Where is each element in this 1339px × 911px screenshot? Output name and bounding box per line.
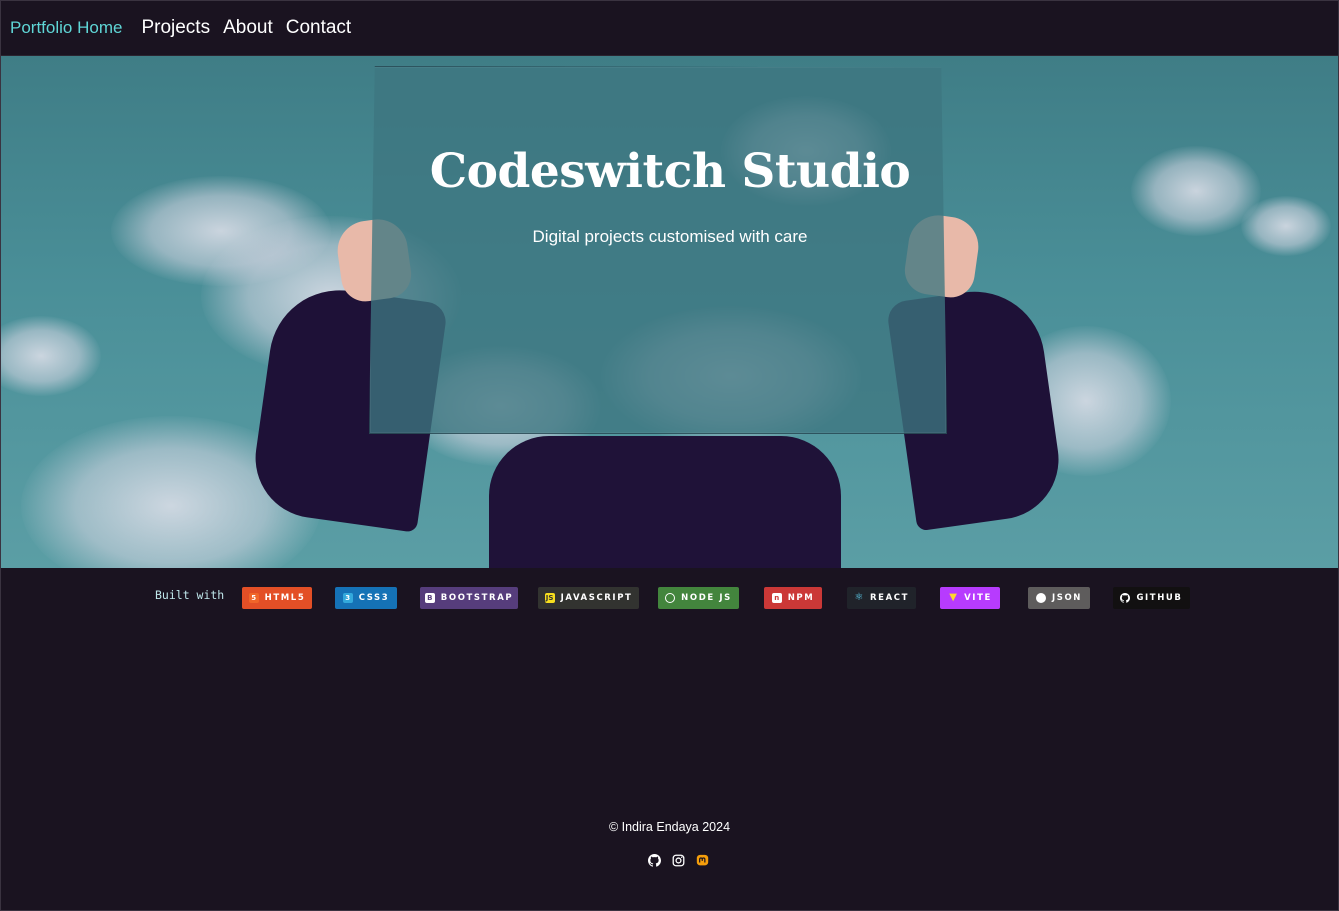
nav-link-projects[interactable]: Projects [141, 17, 210, 39]
badge-css3: 3 CSS3 [335, 587, 397, 609]
instagram-link[interactable] [671, 853, 685, 867]
built-with-label: Built with [155, 588, 225, 602]
footer-copyright: © Indira Endaya 2024 [608, 820, 731, 834]
person-torso [489, 436, 841, 568]
hero-title: Codeswitch Studio [429, 144, 911, 199]
badge-label: REACT [870, 593, 909, 603]
badge-label: HTML5 [264, 593, 306, 603]
badge-npm: n NPM [764, 587, 822, 609]
badge-label: NODE JS [681, 593, 732, 603]
github-icon [647, 853, 661, 867]
navbar: Portfolio Home Projects About Contact [0, 0, 1339, 56]
badge-vite: ▼ VITE [940, 587, 1000, 609]
react-icon: ⚛ [854, 592, 864, 603]
hero-cloud [1241, 196, 1331, 256]
badge-label: JAVASCRIPT [560, 593, 633, 603]
nav-link-contact[interactable]: Contact [286, 17, 351, 39]
badge-label: NPM [787, 593, 815, 603]
hero-cloud [1, 316, 101, 396]
hero-banner [1, 56, 1338, 568]
badge-json: JSON [1028, 587, 1090, 609]
nav-brand-link[interactable]: Portfolio Home [10, 18, 122, 38]
github-icon [1120, 593, 1131, 603]
badge-label: GITHUB [1136, 593, 1183, 603]
badge-html5: 5 HTML5 [242, 587, 312, 609]
nodejs-icon [665, 593, 676, 603]
glass-board [369, 66, 947, 434]
html5-icon: 5 [248, 593, 259, 603]
vite-icon: ▼ [949, 592, 957, 603]
badge-github: GITHUB [1113, 587, 1190, 609]
javascript-icon: JS [544, 593, 555, 603]
badge-label: JSON [1051, 593, 1083, 603]
json-icon [1035, 593, 1046, 603]
badge-label: BOOTSTRAP [440, 593, 514, 603]
mastodon-link[interactable] [695, 853, 709, 867]
mastodon-icon [696, 854, 708, 865]
badge-label: CSS3 [358, 593, 390, 603]
bootstrap-icon: B [424, 593, 435, 603]
instagram-icon [672, 854, 684, 866]
badge-label: VITE [964, 593, 992, 603]
github-link[interactable] [647, 853, 661, 867]
badge-nodejs: NODE JS [658, 587, 739, 609]
css3-icon: 3 [342, 593, 353, 603]
badge-javascript: JS JAVASCRIPT [538, 587, 639, 609]
badge-react: ⚛ REACT [847, 587, 916, 609]
badge-bootstrap: B BOOTSTRAP [420, 587, 518, 609]
npm-icon: n [771, 593, 782, 603]
hero-subtitle: Digital projects customised with care [532, 227, 808, 246]
nav-link-about[interactable]: About [223, 17, 273, 39]
